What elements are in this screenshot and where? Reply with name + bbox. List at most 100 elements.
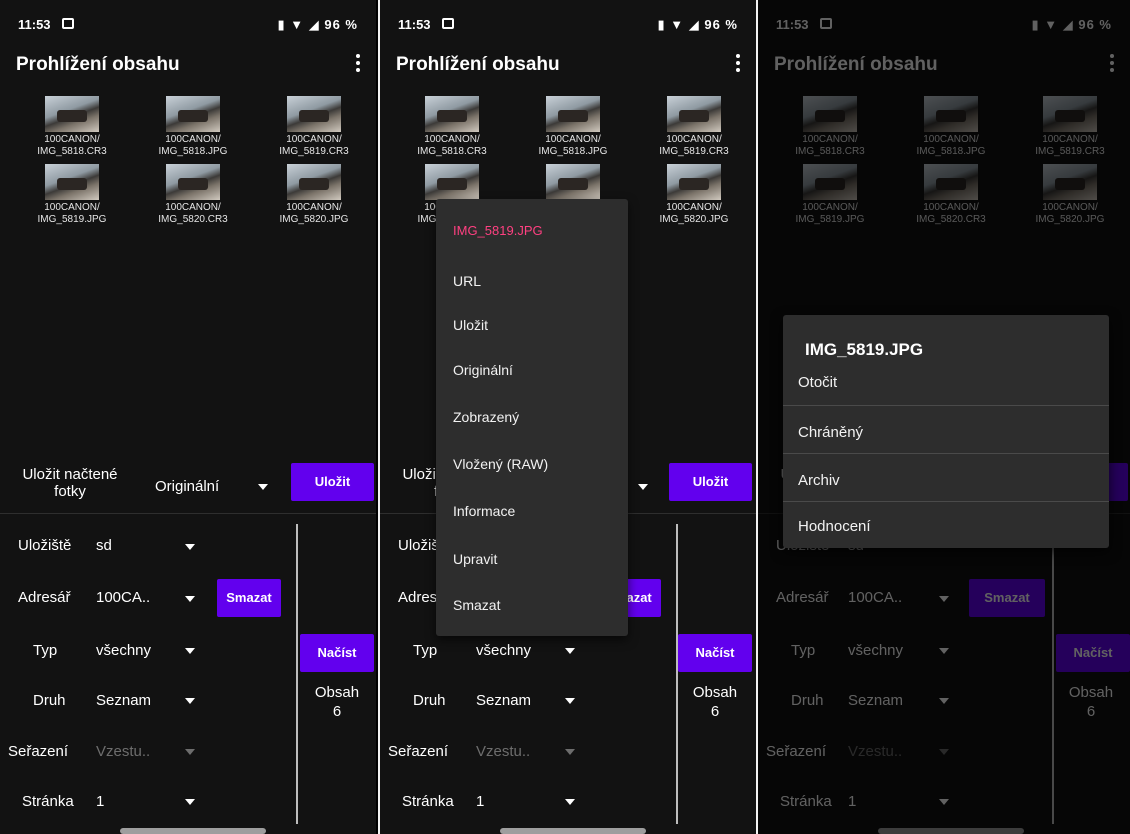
thumbnail-item[interactable]: 100CANON/IMG_5819.CR3 — [254, 96, 374, 158]
thumbnail-item[interactable]: 100CANON/IMG_5820.CR3 — [133, 164, 253, 226]
status-bar: 11:53 ▮ ▼ ◢ 96 % — [380, 0, 756, 44]
thumbnail-image — [546, 164, 600, 200]
dialog-item-protected[interactable]: Chráněný — [798, 424, 863, 441]
chevron-down-icon[interactable] — [185, 544, 195, 550]
page-title: Prohlížení obsahu — [396, 54, 560, 75]
status-icons: ▮ ▼ ◢ 96 % — [277, 17, 358, 33]
navigation-handle[interactable] — [120, 828, 266, 834]
content-count: Obsah6 — [692, 684, 738, 720]
wifi-icon: ▼ — [290, 17, 305, 32]
battery-level: 96 % — [704, 17, 738, 32]
divider — [0, 513, 376, 514]
thumbnail-item[interactable]: 100CANON/IMG_5818.CR3 — [392, 96, 512, 158]
menu-item-info[interactable]: Informace — [453, 503, 515, 519]
chevron-down-icon[interactable] — [565, 648, 575, 654]
kind-select[interactable]: Seznam — [476, 692, 531, 709]
image-notification-icon — [442, 18, 454, 29]
page-select[interactable]: 1 — [476, 793, 484, 810]
divider — [676, 524, 678, 824]
thumbnail-item[interactable]: 100CANON/IMG_5819.JPG — [12, 164, 132, 226]
chevron-down-icon[interactable] — [185, 596, 195, 602]
thumbnail-image — [166, 164, 220, 200]
vibrate-icon: ▮ — [657, 17, 666, 32]
thumbnail-image — [45, 164, 99, 200]
sort-label: Seřazení — [388, 743, 449, 760]
menu-item-save[interactable]: Uložit — [453, 317, 488, 333]
sort-select[interactable]: Vzestu.. — [96, 743, 150, 760]
menu-item-edit[interactable]: Upravit — [453, 551, 497, 567]
divider — [783, 501, 1109, 502]
page-label: Stránka — [402, 793, 454, 810]
save-mode-select[interactable]: Originální — [155, 478, 219, 495]
type-label: Typ — [413, 642, 438, 659]
menu-item-delete[interactable]: Smazat — [453, 597, 500, 613]
load-button[interactable]: Načíst — [300, 634, 374, 672]
directory-select[interactable]: 100CA.. — [96, 589, 150, 606]
divider — [783, 405, 1109, 406]
type-select[interactable]: všechny — [476, 642, 531, 659]
type-label: Typ — [33, 642, 58, 659]
status-bar: 11:53 ▮ ▼ ◢ 96 % — [0, 0, 376, 44]
thumbnail-image — [425, 96, 479, 132]
context-menu-title: IMG_5819.JPG — [453, 223, 543, 238]
sort-select[interactable]: Vzestu.. — [476, 743, 530, 760]
more-options-icon[interactable] — [736, 54, 740, 75]
chevron-down-icon[interactable] — [258, 484, 268, 490]
thumbnail-image — [166, 96, 220, 132]
type-select[interactable]: všechny — [96, 642, 151, 659]
navigation-handle[interactable] — [500, 828, 646, 834]
save-bar: Uložit načtenéfotky Originální Uložit — [0, 454, 376, 510]
page-label: Stránka — [22, 793, 74, 810]
thumbnail-item[interactable]: 100CANON/IMG_5818.JPG — [133, 96, 253, 158]
chevron-down-icon[interactable] — [185, 799, 195, 805]
context-menu: IMG_5819.JPG URL Uložit Originální Zobra… — [436, 199, 628, 636]
menu-item-displayed[interactable]: Zobrazený — [453, 409, 519, 425]
dialog-title: IMG_5819.JPG — [805, 340, 924, 359]
kind-label: Druh — [413, 692, 446, 709]
attributes-dialog: IMG_5819.JPG Otočit Chráněný Archiv Hodn… — [783, 315, 1109, 548]
thumbnail-item[interactable]: 100CANON/IMG_5818.JPG — [513, 96, 633, 158]
kind-select[interactable]: Seznam — [96, 692, 151, 709]
chevron-down-icon[interactable] — [185, 648, 195, 654]
wifi-icon: ▼ — [670, 17, 685, 32]
thumbnail-image — [287, 96, 341, 132]
storage-label: Uložiště — [18, 537, 72, 554]
dialog-item-rating[interactable]: Hodnocení — [798, 518, 871, 535]
chevron-down-icon[interactable] — [185, 749, 195, 755]
dialog-item-rotate[interactable]: Otočit — [798, 374, 837, 391]
chevron-down-icon[interactable] — [185, 698, 195, 704]
delete-button[interactable]: Smazat — [217, 579, 281, 617]
chevron-down-icon[interactable] — [565, 799, 575, 805]
thumbnail-item[interactable]: 100CANON/IMG_5818.CR3 — [12, 96, 132, 158]
page-select[interactable]: 1 — [96, 793, 104, 810]
sort-label: Seřazení — [8, 743, 69, 760]
thumbnail-image — [667, 96, 721, 132]
vibrate-icon: ▮ — [277, 17, 286, 32]
directory-label: Adresář — [18, 589, 71, 606]
chevron-down-icon[interactable] — [638, 484, 648, 490]
kind-label: Druh — [33, 692, 66, 709]
battery-level: 96 % — [324, 17, 358, 32]
image-notification-icon — [62, 18, 74, 29]
storage-select[interactable]: sd — [96, 537, 112, 554]
load-button[interactable]: Načíst — [678, 634, 752, 672]
divider — [296, 524, 298, 824]
screen-1: 11:53 ▮ ▼ ◢ 96 % Prohlížení obsahu 100CA… — [0, 0, 376, 834]
app-bar: Prohlížení obsahu — [0, 44, 376, 90]
thumbnail-item[interactable]: 100CANON/IMG_5819.CR3 — [634, 96, 754, 158]
divider — [783, 453, 1109, 454]
menu-item-embedded-raw[interactable]: Vložený (RAW) — [453, 456, 548, 472]
thumbnail-item[interactable]: 100CANON/IMG_5820.JPG — [634, 164, 754, 226]
page-title: Prohlížení obsahu — [16, 54, 180, 75]
save-button[interactable]: Uložit — [669, 463, 752, 501]
signal-icon: ◢ — [308, 17, 320, 32]
menu-item-url[interactable]: URL — [453, 273, 481, 289]
save-button[interactable]: Uložit — [291, 463, 374, 501]
chevron-down-icon[interactable] — [565, 749, 575, 755]
more-options-icon[interactable] — [356, 54, 360, 75]
menu-item-original[interactable]: Originální — [453, 362, 513, 378]
chevron-down-icon[interactable] — [565, 698, 575, 704]
thumbnail-image — [667, 164, 721, 200]
dialog-item-archive[interactable]: Archiv — [798, 472, 840, 489]
thumbnail-item[interactable]: 100CANON/IMG_5820.JPG — [254, 164, 374, 226]
